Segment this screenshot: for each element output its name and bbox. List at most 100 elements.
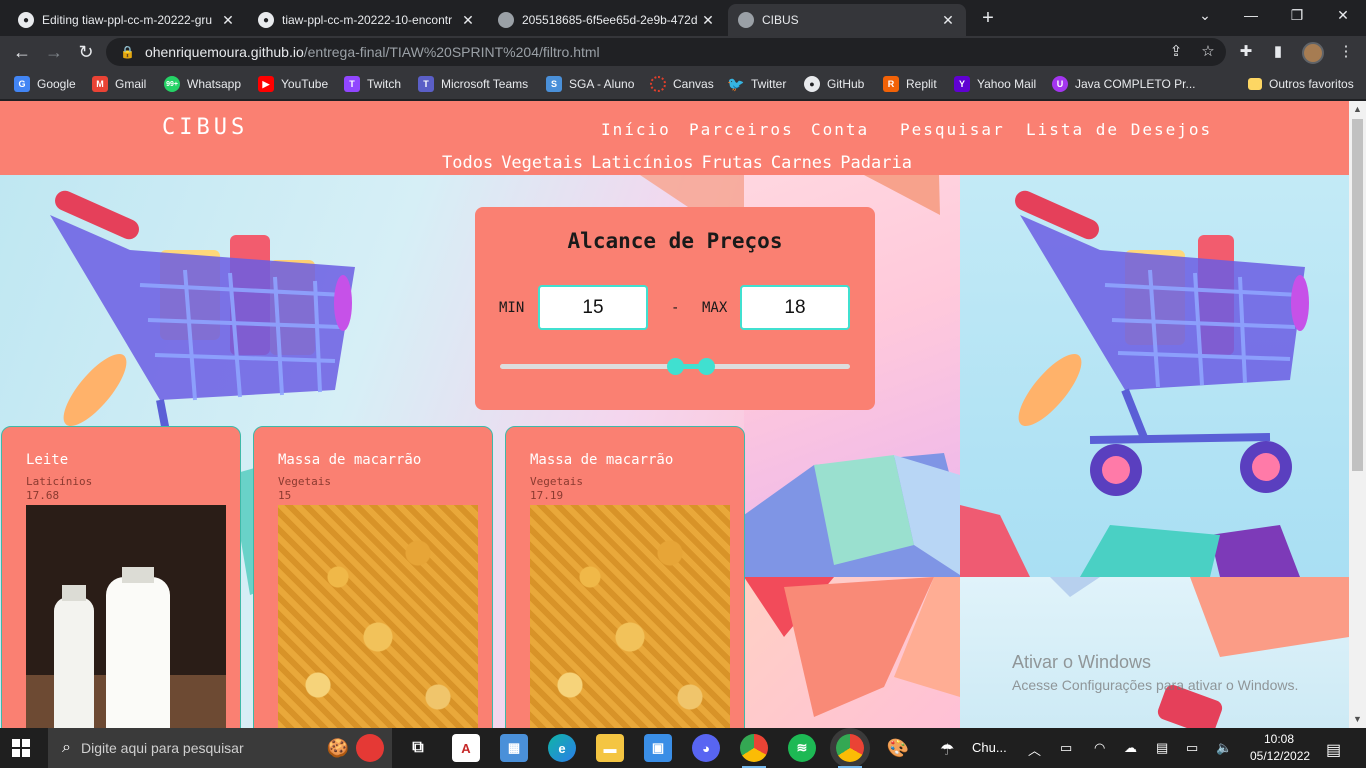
bookmark-label: Canvas xyxy=(673,77,714,91)
onedrive-icon[interactable]: ☁ xyxy=(1124,740,1137,756)
address-bar[interactable]: 🔒 ohenriquemoura.github.io /entrega-fina… xyxy=(106,38,1226,66)
app-a-icon[interactable]: A xyxy=(452,734,480,762)
bookmark-github[interactable]: ● GitHub xyxy=(804,75,864,93)
bookmark-star-icon[interactable]: ☆ xyxy=(1198,42,1218,62)
close-window-button[interactable]: ✕ xyxy=(1320,0,1366,30)
bookmark-twitter[interactable]: 🐦 Twitter xyxy=(727,75,786,93)
gingerbread-icon[interactable]: 🍪 xyxy=(324,734,352,762)
bookmark-teams[interactable]: T Microsoft Teams xyxy=(418,75,528,93)
battery-icon[interactable]: ▭ xyxy=(1186,740,1198,756)
chrome-icon[interactable] xyxy=(740,734,768,768)
bookmark-gmail[interactable]: M Gmail xyxy=(92,75,146,93)
close-tab-icon[interactable]: ✕ xyxy=(220,12,236,29)
weather-text[interactable]: Chu... xyxy=(972,740,1007,755)
paint-icon[interactable]: 🎨 xyxy=(884,734,912,762)
spotify-icon[interactable]: ≋ xyxy=(788,734,816,762)
category-laticinios[interactable]: Laticínios xyxy=(591,153,693,173)
share-icon[interactable]: ⇪ xyxy=(1166,42,1186,62)
category-frutas[interactable]: Frutas xyxy=(701,153,762,173)
product-card[interactable]: Massa de macarrão Vegetais 15 xyxy=(253,426,493,728)
nav-link-lista-de-desejos[interactable]: Lista de Desejos xyxy=(1026,120,1212,139)
product-category: Vegetais xyxy=(530,475,583,488)
lock-icon: 🔒 xyxy=(120,45,135,59)
category-todos[interactable]: Todos xyxy=(442,153,493,173)
min-price-slider-handle[interactable] xyxy=(666,358,684,375)
side-panel-icon[interactable]: ▮ xyxy=(1268,42,1288,62)
min-price-input[interactable] xyxy=(538,285,648,330)
product-card[interactable]: Massa de macarrão Vegetais 17.19 xyxy=(505,426,745,728)
globe-icon xyxy=(498,12,514,28)
forward-icon[interactable]: → xyxy=(42,40,66,64)
new-tab-button[interactable]: + xyxy=(976,6,1000,30)
wifi-icon[interactable]: ◠ xyxy=(1094,740,1105,756)
browser-tab[interactable]: ● tiaw-ppl-cc-m-20222-10-encontr ✕ xyxy=(248,4,486,36)
browser-tab[interactable]: ● Editing tiaw-ppl-cc-m-20222-gru ✕ xyxy=(8,4,246,36)
chrome-icon[interactable] xyxy=(836,734,864,768)
record-icon[interactable] xyxy=(356,734,384,762)
windows-start-icon[interactable] xyxy=(12,739,30,757)
weather-icon[interactable]: ☂ xyxy=(940,740,954,760)
menu-icon[interactable]: ⋮ xyxy=(1336,42,1356,62)
restore-button[interactable]: ❐ xyxy=(1274,0,1320,30)
bookmark-sga[interactable]: S SGA - Aluno xyxy=(546,75,634,93)
bookmark-whatsapp[interactable]: 99+ Whatsapp xyxy=(164,75,241,93)
scroll-up-arrow-icon[interactable]: ▲ xyxy=(1349,101,1366,118)
search-icon: ⌕ xyxy=(62,739,71,756)
bookmark-replit[interactable]: R Replit xyxy=(883,75,937,93)
teams-icon: T xyxy=(418,76,434,92)
tab-search-icon[interactable]: ⌄ xyxy=(1182,0,1228,30)
calculator-icon[interactable]: ▦ xyxy=(500,734,528,762)
github-icon: ● xyxy=(804,76,820,92)
extensions-icon[interactable]: ✚ xyxy=(1236,42,1256,62)
tab-title: 205518685-6f5ee65d-2e9b-472d xyxy=(522,13,698,27)
control-panel-icon[interactable]: ▣ xyxy=(644,734,672,762)
nav-link-inicio[interactable]: Início xyxy=(601,120,671,139)
other-bookmarks-folder[interactable]: Outros favoritos xyxy=(1248,75,1354,93)
meet-icon[interactable]: ▭ xyxy=(1060,740,1072,756)
bookmark-label: Replit xyxy=(906,77,937,91)
bookmark-youtube[interactable]: ▶ YouTube xyxy=(258,75,328,93)
taskbar-clock[interactable]: 10:08 05/12/2022 xyxy=(1250,731,1310,765)
bookmark-twitch[interactable]: T Twitch xyxy=(344,75,401,93)
nav-link-conta[interactable]: Conta xyxy=(811,120,869,139)
discord-icon[interactable]: ◕ xyxy=(692,734,720,762)
bookmark-canvas[interactable]: Canvas xyxy=(650,75,714,93)
product-card[interactable]: Leite Laticínios 17.68 xyxy=(1,426,241,728)
max-price-input[interactable] xyxy=(740,285,850,330)
nav-link-parceiros[interactable]: Parceiros xyxy=(689,120,794,139)
category-carnes[interactable]: Carnes xyxy=(771,153,832,173)
file-explorer-icon[interactable]: ▬ xyxy=(596,734,624,762)
close-tab-icon[interactable]: ✕ xyxy=(940,12,956,29)
scrollbar-thumb[interactable] xyxy=(1352,119,1363,471)
profile-avatar[interactable] xyxy=(1302,42,1324,64)
volume-icon[interactable]: 🔈 xyxy=(1216,740,1232,756)
bookmark-yahoo-mail[interactable]: Y Yahoo Mail xyxy=(954,75,1036,93)
max-price-slider-handle[interactable] xyxy=(698,358,715,375)
windows-taskbar: ⌕ Digite aqui para pesquisar 🍪 ⧉ A ▦ e ▬… xyxy=(0,728,1366,768)
notification-app-icon[interactable]: ▤ xyxy=(1156,740,1168,756)
bookmark-label: GitHub xyxy=(827,77,865,91)
bookmark-label: Whatsapp xyxy=(187,77,242,91)
scroll-down-arrow-icon[interactable]: ▼ xyxy=(1349,711,1366,728)
browser-tab-active[interactable]: CIBUS ✕ xyxy=(728,4,966,36)
min-label: MIN xyxy=(499,300,525,316)
show-hidden-icons-icon[interactable]: ︿ xyxy=(1028,740,1041,759)
close-tab-icon[interactable]: ✕ xyxy=(460,12,476,29)
yahoo-mail-icon: Y xyxy=(954,76,970,92)
canvas-icon xyxy=(650,76,666,92)
site-logo[interactable]: CIBUS xyxy=(162,115,248,140)
category-padaria[interactable]: Padaria xyxy=(840,153,912,173)
nav-link-pesquisar[interactable]: Pesquisar xyxy=(900,120,1005,139)
windows-activation-title: Ativar o Windows xyxy=(1012,652,1152,672)
category-vegetais[interactable]: Vegetais xyxy=(501,153,583,173)
close-tab-icon[interactable]: ✕ xyxy=(700,12,716,29)
edge-icon[interactable]: e xyxy=(548,734,576,762)
task-view-icon[interactable]: ⧉ xyxy=(404,734,432,762)
bookmark-google[interactable]: G Google xyxy=(14,75,76,93)
action-center-icon[interactable]: ▤ xyxy=(1326,740,1341,760)
back-icon[interactable]: ← xyxy=(10,40,34,64)
browser-tab[interactable]: 205518685-6f5ee65d-2e9b-472d ✕ xyxy=(488,4,726,36)
bookmark-java-course[interactable]: U Java COMPLETO Pr... xyxy=(1052,75,1195,93)
minimize-button[interactable]: — xyxy=(1228,0,1274,30)
reload-icon[interactable]: ↻ xyxy=(74,40,98,64)
